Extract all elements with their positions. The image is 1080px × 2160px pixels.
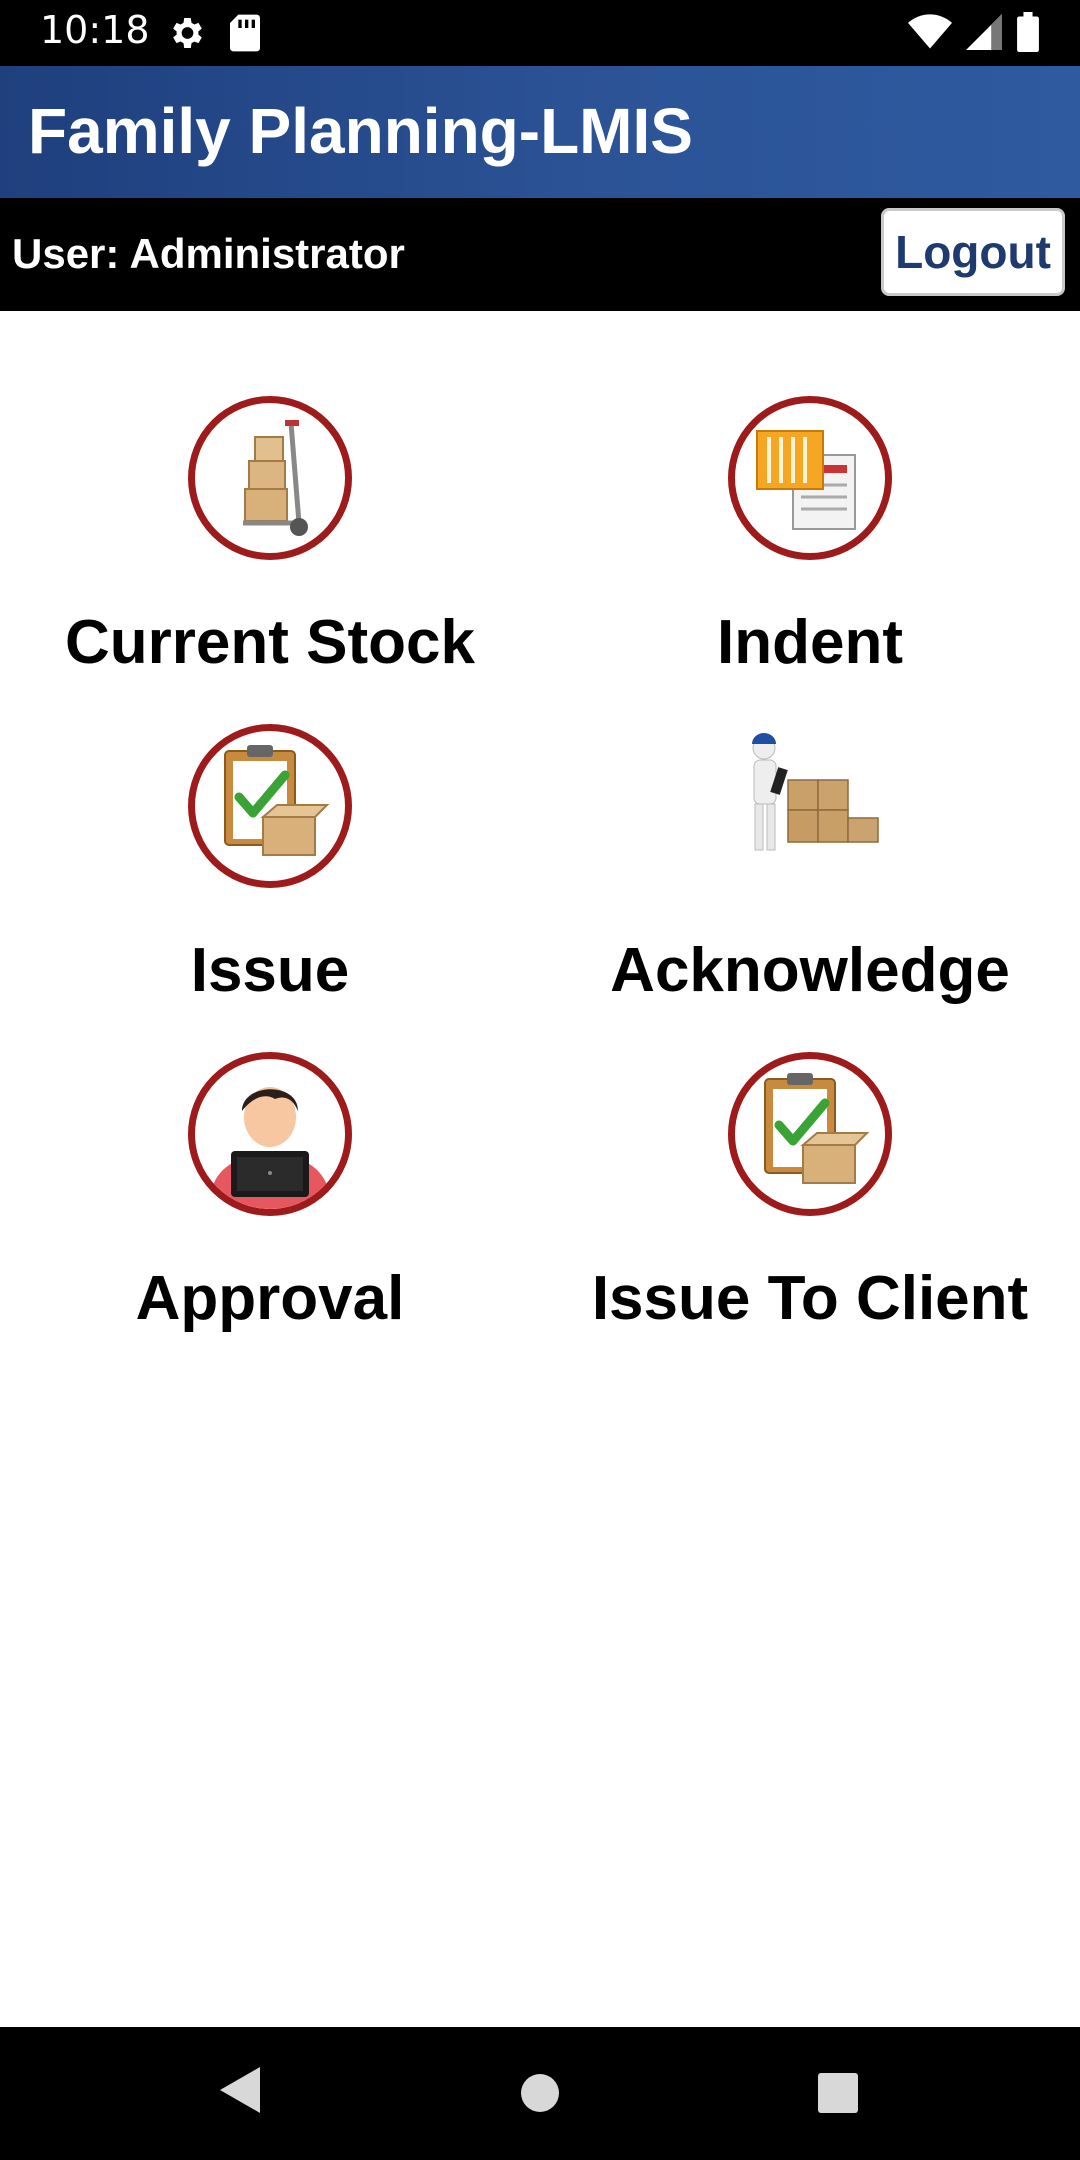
app-title-bar: Family Planning-LMIS	[0, 66, 1080, 198]
menu-item-approval[interactable]: Approval	[0, 967, 540, 1333]
menu-item-current-stock[interactable]: Current Stock	[0, 311, 540, 677]
indent-document-icon	[728, 396, 892, 560]
recents-icon[interactable]	[817, 2072, 859, 2119]
clipboard-box-icon	[728, 1052, 892, 1216]
battery-icon	[1016, 12, 1040, 57]
user-label: User: Administrator	[12, 230, 405, 277]
person-laptop-icon	[188, 1052, 352, 1216]
menu-label: Issue To Client	[591, 1264, 1029, 1333]
logout-button[interactable]: Logout	[881, 208, 1065, 296]
menu-label: Approval	[135, 1264, 405, 1333]
menu-item-issue[interactable]: Issue	[0, 639, 540, 1005]
back-icon[interactable]	[218, 2065, 262, 2120]
menu-item-issue-to-client[interactable]: Issue To Client	[540, 967, 1080, 1333]
user-bar: User: Administrator Logout	[0, 198, 1080, 311]
clipboard-box-icon	[188, 724, 352, 888]
menu-item-indent[interactable]: Indent	[540, 311, 1080, 677]
hand-truck-boxes-icon	[188, 396, 352, 560]
sd-card-icon	[228, 13, 262, 58]
worker-boxes-icon	[728, 724, 892, 888]
gear-icon	[166, 13, 206, 58]
signal-icon	[966, 13, 1002, 56]
navigation-bar	[0, 2027, 1080, 2160]
home-icon[interactable]	[520, 2073, 560, 2118]
menu-grid: Current Stock Indent Issue Acknowledge A…	[0, 311, 1080, 2027]
wifi-icon	[908, 13, 952, 56]
app-title: Family Planning-LMIS	[28, 95, 693, 167]
status-bar: 10:18	[0, 0, 1080, 66]
status-time: 10:18	[40, 8, 150, 52]
menu-item-acknowledge[interactable]: Acknowledge	[540, 639, 1080, 1005]
